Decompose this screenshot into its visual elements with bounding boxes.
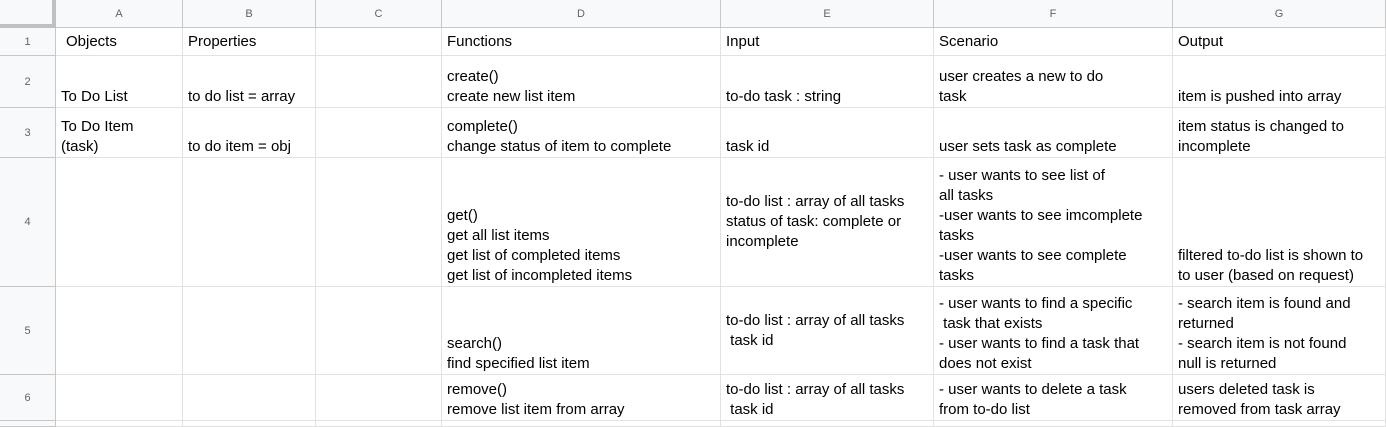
cell-d2[interactable]: create() create new list item <box>442 56 721 108</box>
cell-e2[interactable]: to-do task : string <box>721 56 934 108</box>
cell-b6[interactable] <box>183 375 316 421</box>
cell-g4[interactable]: filtered to-do list is shown to to user … <box>1173 158 1386 287</box>
cell-e6[interactable]: to-do list : array of all tasks task id <box>721 375 934 421</box>
cell-f7[interactable] <box>934 421 1173 427</box>
cell-e3-text: task id <box>726 138 770 155</box>
cell-e7[interactable] <box>721 421 934 427</box>
cell-a5[interactable] <box>56 287 183 375</box>
cell-f6[interactable]: - user wants to delete a task from to-do… <box>934 375 1173 421</box>
cell-g7[interactable] <box>1173 421 1386 427</box>
cell-f2[interactable]: user creates a new to do task <box>934 56 1173 108</box>
row-header-3[interactable]: 3 <box>0 108 56 158</box>
spreadsheet-grid: A B C D E F G 1 2 3 4 5 6 Objects Proper… <box>0 0 1386 427</box>
cell-a3[interactable]: To Do Item (task) <box>56 108 183 158</box>
cell-e3[interactable]: task id <box>721 108 934 158</box>
cell-f2-text: user creates a new to do task <box>939 68 1104 105</box>
cell-f5[interactable]: - user wants to find a specific task tha… <box>934 287 1173 375</box>
cell-g6[interactable]: users deleted task is removed from task … <box>1173 375 1386 421</box>
column-header-a[interactable]: A <box>56 0 183 28</box>
cell-a6[interactable] <box>56 375 183 421</box>
row-header-2[interactable]: 2 <box>0 56 56 108</box>
cell-e5[interactable]: to-do list : array of all tasks task id <box>721 287 934 375</box>
cell-a7[interactable] <box>56 421 183 427</box>
cell-b7[interactable] <box>183 421 316 427</box>
row-header-7[interactable] <box>0 421 56 427</box>
cell-c6[interactable] <box>316 375 442 421</box>
cell-c5[interactable] <box>316 287 442 375</box>
column-header-g[interactable]: G <box>1173 0 1386 28</box>
cell-f3-text: user sets task as complete <box>939 138 1117 155</box>
cell-f1[interactable]: Scenario <box>934 28 1173 56</box>
cell-c3[interactable] <box>316 108 442 158</box>
cell-e6-text: to-do list : array of all tasks task id <box>726 381 905 418</box>
cell-g1-text: Output <box>1178 32 1224 50</box>
cell-b2[interactable]: to do list = array <box>183 56 316 108</box>
row-header-1[interactable]: 1 <box>0 28 56 56</box>
cell-d1-text: Functions <box>447 32 513 50</box>
column-header-e[interactable]: E <box>721 0 934 28</box>
cell-f6-text: - user wants to delete a task from to-do… <box>939 381 1127 418</box>
cell-g6-text: users deleted task is removed from task … <box>1178 381 1341 418</box>
cell-f5-text: - user wants to find a specific task tha… <box>939 295 1140 372</box>
cell-d3-text: complete() change status of item to comp… <box>447 118 672 155</box>
cell-d4[interactable]: get() get all list items get list of com… <box>442 158 721 287</box>
cell-e4-text: to-do list : array of all tasks status o… <box>726 193 905 250</box>
cell-f4[interactable]: - user wants to see list of all tasks -u… <box>934 158 1173 287</box>
cell-d2-text: create() create new list item <box>447 68 576 105</box>
cell-d7[interactable] <box>442 421 721 427</box>
cell-b3-text: to do item = obj <box>188 138 291 155</box>
select-all-corner[interactable] <box>0 0 56 28</box>
cell-a4[interactable] <box>56 158 183 287</box>
cell-a3-text: To Do Item (task) <box>61 118 134 155</box>
cell-a1[interactable]: Objects <box>56 28 183 56</box>
cell-e5-text: to-do list : array of all tasks task id <box>726 311 905 349</box>
cell-e1[interactable]: Input <box>721 28 934 56</box>
column-header-c[interactable]: C <box>316 0 442 28</box>
cell-g1[interactable]: Output <box>1173 28 1386 56</box>
cell-g3-text: item status is changed to incomplete <box>1178 118 1344 155</box>
cell-a2-text: To Do List <box>61 88 128 105</box>
column-header-b[interactable]: B <box>183 0 316 28</box>
cell-c4[interactable] <box>316 158 442 287</box>
cell-d5-text: search() find specified list item <box>447 335 590 372</box>
cell-c2[interactable] <box>316 56 442 108</box>
cell-b1-text: Properties <box>188 32 257 50</box>
cell-d5[interactable]: search() find specified list item <box>442 287 721 375</box>
cell-e4[interactable]: to-do list : array of all tasks status o… <box>721 158 934 287</box>
row-header-6[interactable]: 6 <box>0 375 56 421</box>
cell-c1[interactable] <box>316 28 442 56</box>
cell-f1-text: Scenario <box>939 32 999 50</box>
cell-c7[interactable] <box>316 421 442 427</box>
cell-e2-text: to-do task : string <box>726 88 842 105</box>
cell-d1[interactable]: Functions <box>442 28 721 56</box>
cell-a2[interactable]: To Do List <box>56 56 183 108</box>
cell-d6[interactable]: remove() remove list item from array <box>442 375 721 421</box>
cell-g5[interactable]: - search item is found and returned - se… <box>1173 287 1386 375</box>
cell-d6-text: remove() remove list item from array <box>447 381 625 418</box>
column-header-f[interactable]: F <box>934 0 1173 28</box>
cell-f3[interactable]: user sets task as complete <box>934 108 1173 158</box>
cell-g5-text: - search item is found and returned - se… <box>1178 295 1351 372</box>
row-header-4[interactable]: 4 <box>0 158 56 287</box>
cell-b4[interactable] <box>183 158 316 287</box>
column-header-d[interactable]: D <box>442 0 721 28</box>
cell-e1-text: Input <box>726 32 760 50</box>
cell-g2-text: item is pushed into array <box>1178 88 1342 105</box>
cell-g3[interactable]: item status is changed to incomplete <box>1173 108 1386 158</box>
cell-b3[interactable]: to do item = obj <box>183 108 316 158</box>
cell-g4-text: filtered to-do list is shown to to user … <box>1178 247 1364 284</box>
cell-b2-text: to do list = array <box>188 88 296 105</box>
row-header-5[interactable]: 5 <box>0 287 56 375</box>
cell-b1[interactable]: Properties <box>183 28 316 56</box>
cell-d4-text: get() get all list items get list of com… <box>447 207 633 284</box>
cell-d3[interactable]: complete() change status of item to comp… <box>442 108 721 158</box>
cell-a1-text: Objects <box>66 32 117 50</box>
cell-f4-text: - user wants to see list of all tasks -u… <box>939 167 1143 284</box>
cell-b5[interactable] <box>183 287 316 375</box>
cell-g2[interactable]: item is pushed into array <box>1173 56 1386 108</box>
